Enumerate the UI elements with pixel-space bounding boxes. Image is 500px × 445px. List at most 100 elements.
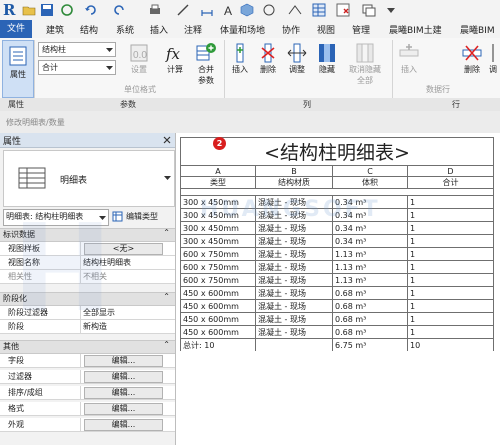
table-cell[interactable]: 1 [407,312,494,326]
save-icon[interactable] [40,3,54,17]
total-cell[interactable]: 10 [407,338,494,351]
column-header[interactable]: 结构材质 [255,176,333,189]
table-cell[interactable]: 450 x 600mm [180,286,256,300]
tab-structure[interactable]: 结构 [80,23,98,36]
set-unit-format-button[interactable]: 0.0 设置 [124,42,154,75]
table-cell[interactable]: 1 [407,325,494,339]
thin-lines-icon[interactable] [288,3,302,17]
combine-parameters-button[interactable]: 合并 参数 [193,42,219,86]
tab-view[interactable]: 视图 [317,23,335,36]
table-cell[interactable]: 1 [407,260,494,274]
total-row[interactable]: 总计: 10 6.75 m³ 10 [180,338,494,351]
table-cell[interactable]: 混凝土 - 现场 [255,260,333,274]
collapse-icon[interactable]: ⌃ [163,340,170,349]
undo-icon[interactable] [84,3,98,17]
table-cell[interactable]: 0.68 m³ [332,299,408,313]
column-header[interactable]: 类型 [180,176,256,189]
tab-file[interactable]: 文件 [0,20,32,38]
dimension-icon[interactable] [200,3,214,17]
table-cell[interactable]: 混凝土 - 现场 [255,299,333,313]
open-icon[interactable] [22,3,36,17]
column-letter[interactable]: C [332,165,408,177]
dropdown-arrow-icon[interactable] [384,3,398,17]
table-cell[interactable]: 1.13 m³ [332,247,408,261]
table-cell[interactable]: 1 [407,299,494,313]
table-cell[interactable]: 450 x 600mm [180,325,256,339]
close-hidden-icon[interactable] [336,3,350,17]
filter-edit-button[interactable]: 编辑... [84,371,163,383]
tab-manage[interactable]: 管理 [352,23,370,36]
table-cell[interactable]: 混凝土 - 现场 [255,286,333,300]
table-row[interactable]: 600 x 750mm 混凝土 - 现场 1.13 m³ 1 [180,247,494,261]
unhide-all-button[interactable]: 取消隐藏 全部 [343,42,387,86]
type-preview[interactable]: 明细表 [3,150,175,207]
fields-edit-button[interactable]: 编辑... [84,355,163,367]
schedule-title[interactable]: <结构柱明细表> [180,137,494,166]
table-cell[interactable]: 混凝土 - 现场 [255,273,333,287]
redo-icon[interactable] [112,3,126,17]
app-logo[interactable]: R [3,1,15,19]
tab-chenxi-civil[interactable]: 晨曦BIM土建 [389,23,442,36]
formatting-edit-button[interactable]: 编辑... [84,403,163,415]
tab-collaborate[interactable]: 协作 [282,23,300,36]
measure-icon[interactable] [176,3,190,17]
total-cell[interactable] [255,338,333,351]
table-cell[interactable]: 300 x 450mm [180,221,256,235]
table-cell[interactable]: 0.34 m³ [332,221,408,235]
print-icon[interactable] [148,3,162,17]
table-row[interactable]: 450 x 600mm 混凝土 - 现场 0.68 m³ 1 [180,325,494,339]
collapse-icon[interactable]: ⌃ [163,228,170,237]
table-cell[interactable]: 600 x 750mm [180,247,256,261]
table-cell[interactable]: 0.68 m³ [332,325,408,339]
table-cell[interactable]: 0.68 m³ [332,312,408,326]
table-cell[interactable]: 600 x 750mm [180,273,256,287]
table-row[interactable]: 600 x 750mm 混凝土 - 现场 1.13 m³ 1 [180,273,494,287]
column-letter[interactable]: A [180,165,256,177]
table-row[interactable]: 300 x 450mm 混凝土 - 现场 0.34 m³ 1 [180,221,494,235]
delete-row-button[interactable]: 删除 [460,42,484,75]
table-cell[interactable]: 混凝土 - 现场 [255,325,333,339]
delete-column-button[interactable]: 删除 [256,42,280,75]
switch-window-icon[interactable] [362,3,376,17]
table-cell[interactable]: 1 [407,208,494,222]
table-cell[interactable]: 450 x 600mm [180,312,256,326]
table-cell[interactable]: 0.34 m³ [332,234,408,248]
table-cell[interactable]: 混凝土 - 现场 [255,234,333,248]
table-cell[interactable]: 混凝土 - 现场 [255,312,333,326]
calculate-dropdown[interactable]: 合计 [38,60,116,75]
table-cell[interactable]: 450 x 600mm [180,299,256,313]
collapse-icon[interactable]: ⌃ [163,292,170,301]
tab-insert[interactable]: 插入 [150,23,168,36]
tab-massing-site[interactable]: 体量和场地 [220,23,265,36]
column-letter[interactable]: D [407,165,494,177]
schedule-view-icon[interactable] [312,3,326,17]
appearance-edit-button[interactable]: 编辑... [84,419,163,431]
total-cell[interactable]: 6.75 m³ [332,338,408,351]
table-row[interactable]: 450 x 600mm 混凝土 - 现场 0.68 m³ 1 [180,299,494,313]
table-cell[interactable]: 1 [407,195,494,209]
table-cell[interactable]: 混凝土 - 现场 [255,247,333,261]
table-cell[interactable]: 300 x 450mm [180,234,256,248]
table-row[interactable]: 300 x 450mm 混凝土 - 现场 0.34 m³ 1 [180,234,494,248]
table-row[interactable]: 450 x 600mm 混凝土 - 现场 0.68 m³ 1 [180,286,494,300]
table-row[interactable]: 450 x 600mm 混凝土 - 现场 0.68 m³ 1 [180,312,494,326]
tab-chenxi-bim[interactable]: 晨曦BIM [460,23,495,36]
table-row[interactable]: 600 x 750mm 混凝土 - 现场 1.13 m³ 1 [180,260,494,274]
section-icon[interactable] [262,3,276,17]
table-cell[interactable]: 1 [407,286,494,300]
table-cell[interactable]: 1 [407,234,494,248]
field-dropdown[interactable]: 结构柱 [38,42,116,57]
3d-view-icon[interactable] [240,3,254,17]
table-cell[interactable]: 1.13 m³ [332,273,408,287]
table-cell[interactable]: 1.13 m³ [332,260,408,274]
table-cell[interactable]: 0.68 m³ [332,286,408,300]
sorting-edit-button[interactable]: 编辑... [84,387,163,399]
text-icon[interactable]: A [222,3,236,17]
hide-column-button[interactable]: 隐藏 [314,42,340,75]
column-header[interactable]: 合计 [407,176,494,189]
table-cell[interactable]: 1 [407,221,494,235]
insert-column-button[interactable]: 插入 [228,42,252,75]
resize-row-button[interactable]: 调 [486,42,500,75]
tab-architecture[interactable]: 建筑 [46,23,64,36]
table-cell[interactable]: 600 x 750mm [180,260,256,274]
